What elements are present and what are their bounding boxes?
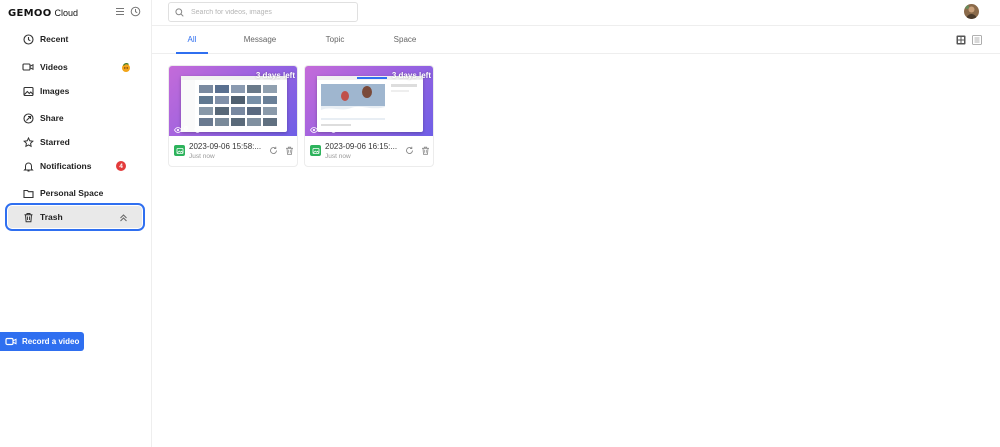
comment-icon: [330, 126, 337, 133]
eye-icon: [310, 126, 318, 133]
sidebar-item-label: Personal Space: [40, 188, 104, 198]
sidebar-item-label: Trash: [40, 212, 63, 222]
video-camera-icon: [5, 337, 17, 347]
sidebar-item-label: Images: [40, 86, 70, 96]
star-icon: [22, 136, 34, 148]
brand-logo: GEMOO: [8, 7, 52, 19]
tab-all[interactable]: All: [176, 26, 208, 54]
thumbnail-screenshot: [181, 76, 287, 132]
sidebar-item-images[interactable]: Images: [8, 80, 142, 102]
video-card[interactable]: 3 days left 0 0 2023-09-06 15:58:... Jus…: [168, 65, 298, 167]
video-card[interactable]: 3 days left 0 0 2023-09-06 16:15:... Jus…: [304, 65, 434, 167]
comments-count: 0: [338, 126, 343, 133]
views-count: 0: [184, 126, 188, 133]
grid-view-icon[interactable]: [956, 35, 966, 45]
clock-icon: [22, 33, 34, 45]
image-file-icon: [310, 145, 321, 156]
folder-icon: [22, 187, 34, 199]
sidebar-item-label: Share: [40, 113, 64, 123]
card-info: 2023-09-06 15:58:... Just now: [169, 138, 297, 166]
menu-icon[interactable]: [114, 6, 125, 17]
sidebar-item-trash[interactable]: Trash: [5, 203, 145, 231]
video-thumbnail[interactable]: 3 days left 0 0: [169, 66, 297, 136]
trash-icon: [22, 211, 34, 223]
tab-bar: All Message Topic Space: [152, 26, 1000, 54]
comments-count: 0: [202, 126, 207, 133]
history-icon[interactable]: [130, 6, 141, 17]
brand-product: Cloud: [54, 8, 79, 18]
collapse-icon[interactable]: [118, 211, 128, 223]
image-file-icon: [174, 145, 185, 156]
card-time: Just now: [189, 153, 215, 160]
days-left-label: 3 days left: [391, 71, 431, 80]
sidebar-item-label: Recent: [40, 34, 69, 44]
image-icon: [22, 85, 34, 97]
brand[interactable]: GEMOO Cloud: [8, 6, 78, 20]
avatar[interactable]: [964, 4, 979, 19]
record-video-label: Record a video: [22, 337, 80, 346]
list-view-icon[interactable]: [972, 35, 982, 45]
top-bar: [152, 0, 1000, 26]
views-count: 0: [320, 126, 324, 133]
search-icon: [175, 7, 185, 17]
view-toggle: [956, 35, 982, 45]
bell-icon: [22, 160, 34, 172]
sidebar-item-recent[interactable]: Recent: [8, 28, 142, 50]
video-thumbnail[interactable]: 3 days left 0 0: [305, 66, 433, 136]
eye-icon: [174, 126, 182, 133]
sidebar-item-share[interactable]: Share: [8, 107, 142, 129]
sidebar-item-notifications[interactable]: Notifications 4: [8, 155, 142, 177]
sticker-icon: [120, 60, 132, 72]
card-title[interactable]: 2023-09-06 15:58:...: [189, 142, 265, 151]
views-stat: 0: [174, 126, 188, 133]
comment-icon: [194, 126, 201, 133]
brand-tools: [114, 6, 141, 17]
restore-icon[interactable]: [405, 146, 414, 155]
tab-space[interactable]: Space: [388, 26, 422, 53]
card-stats: 0 0: [174, 126, 207, 133]
comments-stat: 0: [194, 126, 207, 133]
card-time: Just now: [325, 153, 351, 160]
record-video-button[interactable]: Record a video: [0, 332, 84, 351]
card-actions: [405, 146, 430, 155]
video-icon: [22, 61, 34, 73]
share-icon: [22, 112, 34, 124]
search-input[interactable]: [191, 8, 351, 16]
card-info: 2023-09-06 16:15:... Just now: [305, 138, 433, 166]
delete-icon[interactable]: [421, 146, 430, 155]
sidebar-item-videos[interactable]: Videos: [8, 56, 142, 78]
sidebar-item-label: Videos: [40, 62, 68, 72]
sidebar: GEMOO Cloud Recent Videos Images Share S…: [0, 0, 152, 447]
restore-icon[interactable]: [269, 146, 278, 155]
card-title[interactable]: 2023-09-06 16:15:...: [325, 142, 401, 151]
tab-topic[interactable]: Topic: [318, 26, 352, 53]
sidebar-item-starred[interactable]: Starred: [8, 131, 142, 153]
sidebar-item-label: Starred: [40, 137, 70, 147]
sidebar-item-personal-space[interactable]: Personal Space: [8, 182, 142, 204]
search-box[interactable]: [168, 2, 358, 22]
days-left-label: 3 days left: [255, 71, 295, 80]
views-stat: 0: [310, 126, 324, 133]
card-actions: [269, 146, 294, 155]
thumbnail-screenshot: [317, 76, 423, 132]
tab-message[interactable]: Message: [236, 26, 284, 53]
delete-icon[interactable]: [285, 146, 294, 155]
notification-badge: 4: [116, 161, 126, 171]
card-stats: 0 0: [310, 126, 343, 133]
sidebar-item-label: Notifications: [40, 161, 92, 171]
comments-stat: 0: [330, 126, 343, 133]
